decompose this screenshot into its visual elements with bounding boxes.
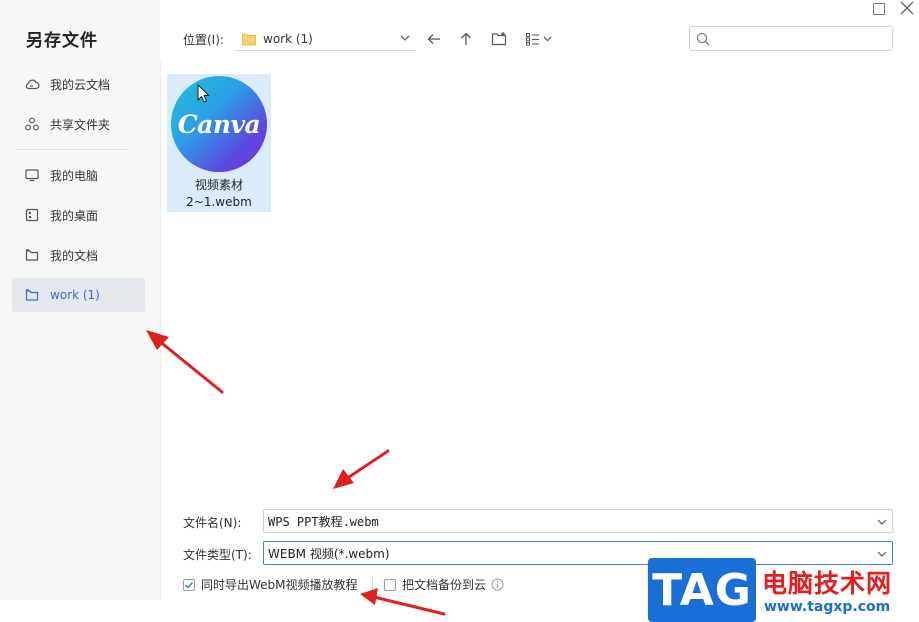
chevron-down-icon bbox=[400, 35, 410, 41]
file-item[interactable]: Canva 视频素材 2~1.webm bbox=[167, 74, 271, 212]
search-box[interactable] bbox=[689, 26, 893, 51]
sidebar-item-label: 共享文件夹 bbox=[50, 117, 111, 132]
sidebar-item-label: work (1) bbox=[50, 288, 100, 302]
chevron-down-icon[interactable] bbox=[876, 516, 888, 528]
new-folder-button[interactable] bbox=[488, 28, 510, 50]
sidebar-divider bbox=[15, 149, 128, 150]
sidebar-item-label: 我的文档 bbox=[50, 248, 99, 263]
location-select[interactable]: work (1) bbox=[236, 27, 415, 51]
sidebar-item-work[interactable]: work (1) bbox=[12, 278, 145, 312]
canva-logo-icon: Canva bbox=[171, 76, 267, 172]
sidebar-item-shared-folder[interactable]: 共享文件夹 bbox=[12, 107, 145, 141]
monitor-icon bbox=[24, 167, 40, 183]
sidebar-item-label: 我的桌面 bbox=[50, 208, 99, 223]
backup-cloud-checkbox[interactable] bbox=[384, 578, 396, 591]
share-icon bbox=[24, 116, 40, 132]
arrow-up-icon bbox=[461, 32, 471, 45]
filename-input[interactable]: WPS PPT教程.webm bbox=[263, 509, 893, 533]
export-tutorial-label: 同时导出WebM视频播放教程 bbox=[201, 578, 358, 592]
filename-label: 文件名(N): bbox=[183, 516, 242, 530]
sidebar-item-my-documents[interactable]: 我的文档 bbox=[12, 238, 145, 272]
watermark-site-name: 电脑技术网 bbox=[762, 569, 893, 598]
up-button[interactable] bbox=[455, 28, 477, 50]
export-tutorial-checkbox[interactable] bbox=[183, 578, 195, 591]
filename-value: WPS PPT教程.webm bbox=[268, 514, 379, 529]
logo-text: Canva bbox=[177, 109, 261, 139]
back-button[interactable] bbox=[423, 28, 445, 50]
watermark-url: www.tagxp.com bbox=[764, 599, 891, 615]
list-view-icon bbox=[526, 33, 552, 46]
folder-icon bbox=[242, 33, 256, 45]
annotation-arrow-filename bbox=[333, 449, 390, 489]
info-icon[interactable] bbox=[491, 578, 504, 591]
mouse-cursor-icon bbox=[197, 84, 211, 103]
sidebar: 另存文件 我的云文档 共享文件夹 我的电脑 我的桌面 我的文档 work (1) bbox=[0, 0, 160, 600]
filetype-value: WEBM 视频(*.webm) bbox=[268, 546, 390, 561]
location-label: 位置(I): bbox=[183, 33, 224, 47]
sidebar-item-label: 我的云文档 bbox=[50, 77, 111, 92]
watermark-tag-logo: TAG bbox=[648, 558, 756, 622]
checkmark-icon bbox=[185, 581, 194, 589]
sidebar-item-label: 我的电脑 bbox=[50, 168, 99, 183]
maximize-icon[interactable] bbox=[873, 3, 885, 15]
arrow-left-icon bbox=[427, 34, 440, 44]
watermark: TAG 电脑技术网 www.tagxp.com bbox=[648, 558, 919, 622]
option-separator bbox=[372, 576, 373, 592]
folder-icon bbox=[24, 287, 40, 303]
backup-cloud-option[interactable]: 把文档备份到云 bbox=[384, 576, 504, 593]
location-value: work (1) bbox=[263, 31, 313, 46]
pane-divider bbox=[160, 60, 161, 600]
cloud-icon bbox=[24, 76, 40, 92]
backup-cloud-label: 把文档备份到云 bbox=[402, 578, 487, 592]
dialog-title: 另存文件 bbox=[26, 31, 98, 51]
export-tutorial-option[interactable]: 同时导出WebM视频播放教程 bbox=[183, 576, 358, 593]
sidebar-item-my-computer[interactable]: 我的电脑 bbox=[12, 158, 145, 192]
sidebar-item-my-desktop[interactable]: 我的桌面 bbox=[12, 198, 145, 232]
sidebar-item-cloud-docs[interactable]: 我的云文档 bbox=[12, 67, 145, 101]
file-name-line2: 2~1.webm bbox=[186, 195, 252, 209]
file-name: 视频素材 2~1.webm bbox=[167, 177, 271, 211]
search-icon bbox=[696, 32, 710, 45]
new-folder-icon bbox=[491, 32, 507, 46]
search-input[interactable] bbox=[714, 28, 892, 49]
filetype-label: 文件类型(T): bbox=[183, 548, 252, 562]
view-mode-button[interactable] bbox=[524, 28, 556, 50]
desktop-icon bbox=[24, 207, 40, 223]
file-name-line1: 视频素材 bbox=[194, 178, 243, 192]
document-icon bbox=[24, 247, 40, 263]
close-icon[interactable] bbox=[899, 0, 915, 16]
